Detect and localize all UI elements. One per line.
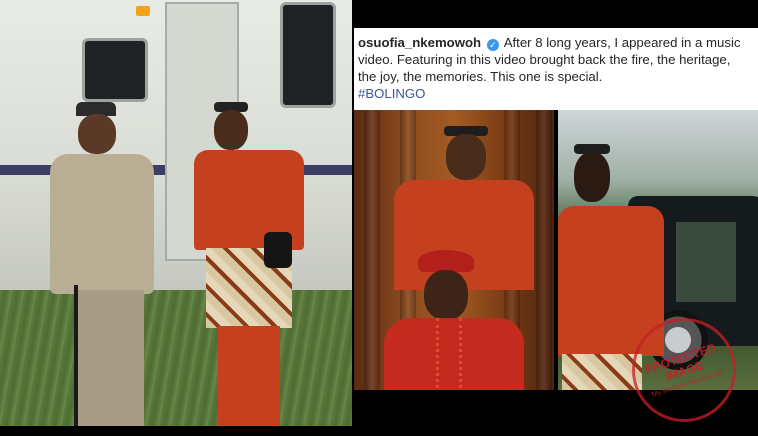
- photo-curtain-scene: [354, 110, 554, 390]
- coral-beads: [436, 318, 462, 388]
- screenshot-collage: osuofia_nkemowoh ✓ After 8 long years, I…: [0, 0, 758, 436]
- verified-badge-icon: ✓: [486, 39, 499, 51]
- red-cap: [418, 250, 474, 272]
- head-braids: [574, 152, 610, 202]
- left-photo-rv-scene: [0, 0, 352, 426]
- rv-light: [136, 6, 150, 16]
- username-link[interactable]: osuofia_nkemowoh: [358, 35, 481, 50]
- curtain-fold: [536, 110, 552, 390]
- hashtag-link[interactable]: #BOLINGO: [358, 85, 752, 102]
- rv-window-right: [280, 2, 336, 108]
- head: [214, 110, 248, 150]
- trousers: [74, 290, 144, 426]
- black-bag: [264, 232, 292, 268]
- head-older-man: [424, 270, 468, 320]
- curtain-fold: [364, 110, 380, 390]
- person-older-man: [44, 100, 164, 426]
- red-jacket: [394, 180, 534, 290]
- red-trousers: [218, 326, 280, 426]
- rv-window-left: [82, 38, 148, 102]
- head: [78, 114, 116, 154]
- shirt: [50, 154, 154, 294]
- car-window: [676, 222, 736, 302]
- patterned-wrap: [562, 354, 642, 390]
- head-young-man: [446, 134, 486, 180]
- person-young-man-red-suit: [190, 98, 308, 426]
- instagram-caption: osuofia_nkemowoh ✓ After 8 long years, I…: [354, 28, 758, 110]
- walking-cane: [74, 285, 78, 426]
